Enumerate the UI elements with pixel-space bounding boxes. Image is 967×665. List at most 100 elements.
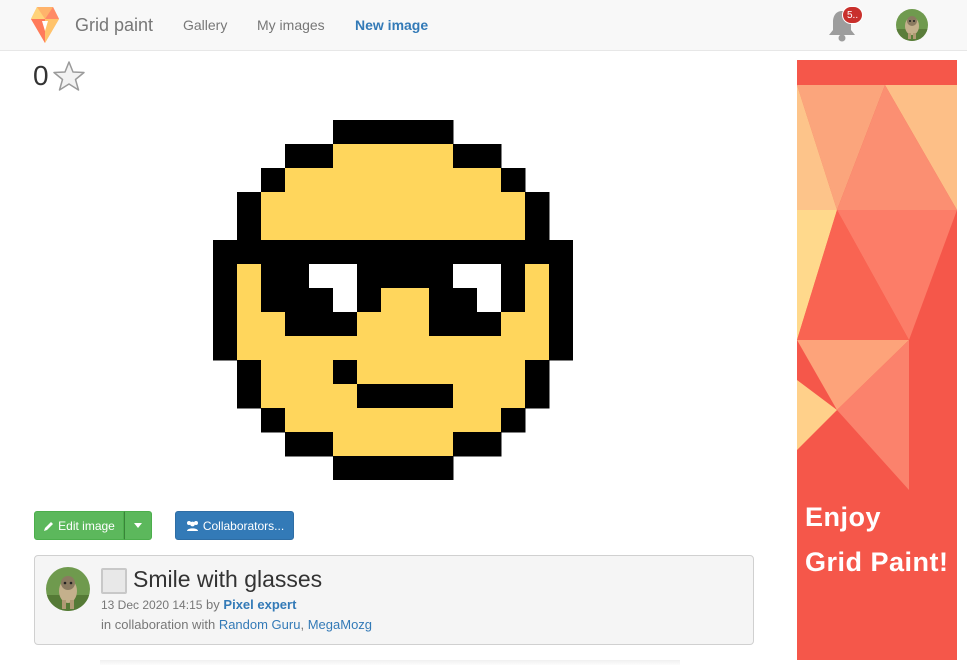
- pixel-cell: [477, 288, 502, 313]
- top-navbar: Grid paint Gallery My images New image 5…: [0, 0, 967, 51]
- pixel-cell: [525, 216, 550, 241]
- pixel-cell: [333, 216, 358, 241]
- pixel-cell: [453, 408, 478, 433]
- pixel-cell: [405, 264, 430, 289]
- pixel-cell: [333, 264, 358, 289]
- pixel-cell: [525, 192, 550, 217]
- collaboration-prefix: in collaboration with: [101, 617, 216, 632]
- pixel-cell: [429, 336, 454, 361]
- pixel-cell: [309, 216, 334, 241]
- pixel-cell: [477, 360, 502, 385]
- pixel-cell: [381, 456, 406, 480]
- pixel-cell: [333, 312, 358, 337]
- pixel-cell: [477, 216, 502, 241]
- pixel-cell: [477, 384, 502, 409]
- collaborator-link[interactable]: MegaMozg: [308, 617, 372, 632]
- pixel-cell: [453, 192, 478, 217]
- dog-avatar-icon: [46, 567, 90, 611]
- pixel-cell: [453, 360, 478, 385]
- edit-options-dropdown[interactable]: [124, 511, 152, 540]
- pixel-cell: [429, 432, 454, 457]
- edit-image-button[interactable]: Edit image: [34, 511, 124, 540]
- pixel-cell: [381, 192, 406, 217]
- pixel-cell: [429, 120, 454, 145]
- pixel-cell: [549, 264, 573, 289]
- pixel-cell: [357, 192, 382, 217]
- pixel-cell: [501, 264, 526, 289]
- pixel-cell: [453, 168, 478, 193]
- pixel-cell: [237, 192, 262, 217]
- pixel-cell: [405, 336, 430, 361]
- pixel-cell: [357, 336, 382, 361]
- user-avatar[interactable]: [896, 9, 928, 41]
- pixel-cell: [285, 168, 310, 193]
- pixel-cell: [405, 216, 430, 241]
- select-checkbox[interactable]: [101, 568, 127, 594]
- pixel-cell: [261, 216, 286, 241]
- brand-name[interactable]: Grid paint: [75, 15, 153, 36]
- pixel-cell: [357, 312, 382, 337]
- pixel-cell: [381, 312, 406, 337]
- nav-gallery[interactable]: Gallery: [183, 17, 227, 33]
- pixel-cell: [453, 240, 478, 265]
- pixel-cell: [285, 192, 310, 217]
- pixel-cell: [261, 408, 286, 433]
- author-link[interactable]: Pixel expert: [223, 597, 296, 612]
- pixel-cell: [525, 288, 550, 313]
- pixel-cell: [285, 312, 310, 337]
- grid-paint-logo-icon[interactable]: [31, 7, 59, 43]
- pixel-cell: [357, 456, 382, 480]
- pixel-cell: [213, 288, 238, 313]
- pixel-cell: [333, 408, 358, 433]
- pixel-cell: [405, 240, 430, 265]
- pixel-cell: [381, 240, 406, 265]
- pixel-cell: [429, 384, 454, 409]
- image-title: Smile with glasses: [133, 566, 323, 592]
- pixel-cell: [429, 312, 454, 337]
- collaborators-button[interactable]: Collaborators...: [175, 511, 294, 540]
- pixel-cell: [405, 432, 430, 457]
- pixel-cell: [237, 288, 262, 313]
- pixel-cell: [381, 336, 406, 361]
- rating: 0: [33, 60, 85, 92]
- pixel-cell: [453, 312, 478, 337]
- pixel-cell: [285, 384, 310, 409]
- pixel-cell: [525, 264, 550, 289]
- pixel-cell: [501, 384, 526, 409]
- pencil-icon: [44, 521, 54, 531]
- image-info-panel: Smile with glasses 13 Dec 2020 14:15 by …: [34, 555, 754, 645]
- pixel-cell: [405, 384, 430, 409]
- pixel-cell: [261, 384, 286, 409]
- notification-badge[interactable]: 5..: [842, 6, 864, 24]
- pixel-cell: [453, 384, 478, 409]
- pixel-cell: [549, 312, 573, 337]
- nav-my-images[interactable]: My images: [257, 17, 325, 33]
- ad-banner[interactable]: Enjoy Grid Paint!: [797, 60, 957, 660]
- star-icon[interactable]: [52, 60, 85, 92]
- pixel-cell: [357, 408, 382, 433]
- pixel-cell: [237, 360, 262, 385]
- pixel-cell: [261, 192, 286, 217]
- pixel-cell: [525, 384, 550, 409]
- author-avatar[interactable]: [46, 567, 90, 611]
- pixel-cell: [333, 240, 358, 265]
- pixel-cell: [285, 288, 310, 313]
- pixel-cell: [381, 360, 406, 385]
- pixel-cell: [429, 408, 454, 433]
- pixel-cell: [213, 336, 238, 361]
- pixel-cell: [405, 168, 430, 193]
- pixel-cell: [525, 336, 550, 361]
- pixel-cell: [429, 456, 454, 480]
- users-icon: [186, 520, 198, 531]
- collaboration-info: in collaboration with Random Guru, MegaM…: [101, 617, 372, 632]
- collaborator-link[interactable]: Random Guru: [219, 617, 301, 632]
- pixel-cell: [261, 264, 286, 289]
- pixel-cell: [405, 408, 430, 433]
- pixel-cell: [405, 144, 430, 169]
- pixel-cell: [309, 168, 334, 193]
- nav-new-image[interactable]: New image: [355, 17, 428, 33]
- pixel-cell: [357, 216, 382, 241]
- pixel-cell: [261, 336, 286, 361]
- pixel-cell: [309, 144, 334, 169]
- by-label: by: [206, 597, 220, 612]
